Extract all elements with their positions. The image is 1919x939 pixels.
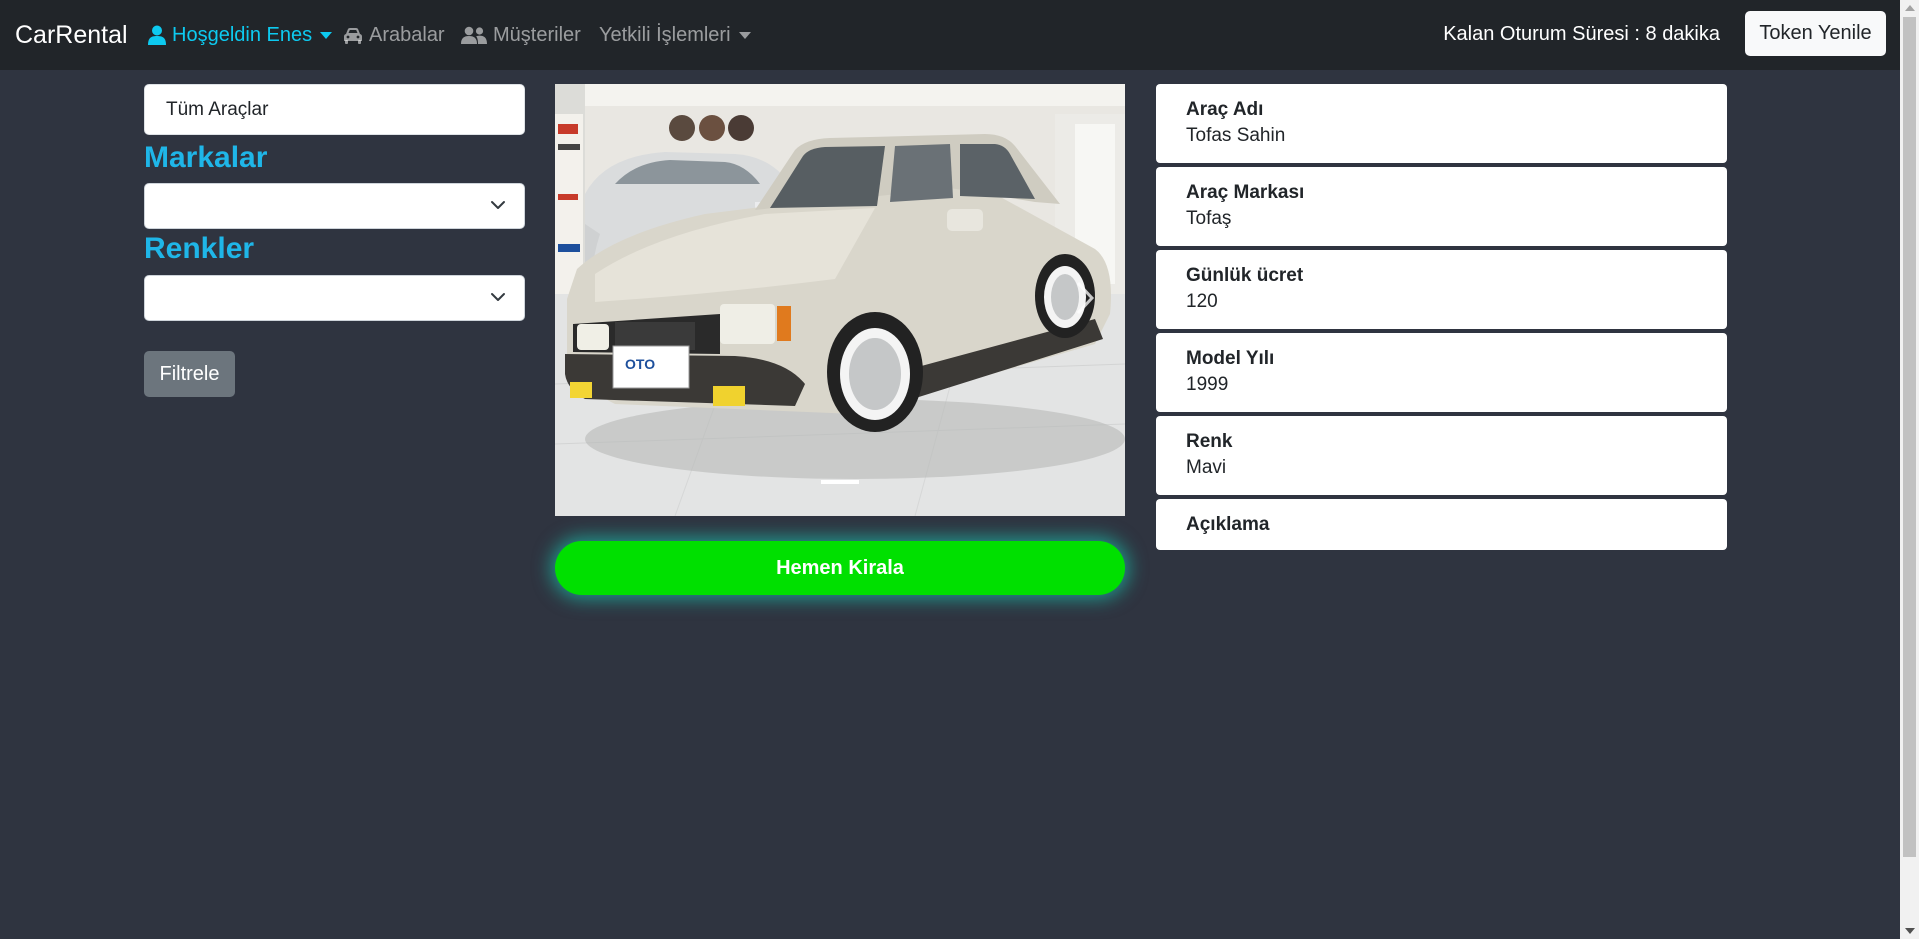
- detail-model-year: Model Yılı 1999: [1156, 333, 1727, 412]
- car-image-carousel[interactable]: OTO: [555, 84, 1125, 516]
- carousel-indicator[interactable]: [821, 480, 859, 484]
- admin-menu-dropdown[interactable]: Yetkili İşlemleri: [599, 20, 751, 50]
- session-remaining-text: Kalan Oturum Süresi : 8 dakika: [1443, 23, 1720, 45]
- chevron-down-icon: [490, 289, 506, 310]
- token-refresh-button[interactable]: Token Yenile: [1745, 11, 1886, 56]
- user-menu-dropdown[interactable]: Hoşgeldin Enes: [148, 20, 333, 50]
- scroll-thumb[interactable]: [1903, 17, 1916, 857]
- detail-color: Renk Mavi: [1156, 416, 1727, 495]
- detail-description: Açıklama: [1156, 499, 1727, 550]
- nav-cars-label: Arabalar: [369, 23, 445, 46]
- detail-value: 1999: [1186, 374, 1229, 395]
- nav-cars-link[interactable]: Arabalar: [343, 20, 445, 50]
- detail-label: Araç Markası: [1186, 182, 1305, 203]
- car-photo: OTO: [555, 84, 1125, 516]
- detail-label: Renk: [1186, 431, 1233, 452]
- detail-label: Araç Adı: [1186, 99, 1264, 120]
- chevron-down-icon: [490, 197, 506, 218]
- user-icon: [148, 25, 166, 45]
- all-cars-item[interactable]: Tüm Araçlar: [144, 84, 525, 135]
- brands-title: Markalar: [144, 141, 268, 174]
- detail-value: Mavi: [1186, 457, 1227, 478]
- admin-menu-label: Yetkili İşlemleri: [599, 23, 731, 46]
- detail-label: Model Yılı: [1186, 348, 1275, 369]
- users-icon: [461, 26, 487, 44]
- detail-daily-price: Günlük ücret 120: [1156, 250, 1727, 329]
- filter-button[interactable]: Filtrele: [144, 351, 235, 397]
- scroll-up-icon[interactable]: [1905, 5, 1915, 11]
- page-scrollbar[interactable]: [1900, 0, 1919, 939]
- nav-customers-label: Müşteriler: [493, 23, 581, 46]
- scroll-down-icon[interactable]: [1905, 928, 1915, 934]
- user-menu-label: Hoşgeldin Enes: [172, 23, 313, 46]
- detail-label: Açıklama: [1186, 514, 1270, 535]
- detail-value: Tofaş: [1186, 208, 1232, 229]
- detail-car-name: Araç Adı Tofas Sahin: [1156, 84, 1727, 163]
- car-icon: [343, 27, 363, 44]
- chevron-down-icon: [738, 31, 751, 39]
- navbar: CarRental Hoşgeldin Enes Arabalar Müşter…: [0, 0, 1900, 70]
- brand-select[interactable]: [144, 183, 525, 229]
- brand-link[interactable]: CarRental: [15, 20, 128, 50]
- color-select[interactable]: [144, 275, 525, 321]
- nav-customers-link[interactable]: Müşteriler: [461, 20, 581, 50]
- detail-label: Günlük ücret: [1186, 265, 1304, 286]
- chevron-down-icon: [320, 31, 333, 39]
- colors-title: Renkler: [144, 232, 255, 265]
- rent-now-button[interactable]: Hemen Kirala: [555, 541, 1125, 595]
- detail-value: Tofas Sahin: [1186, 125, 1286, 146]
- detail-car-brand: Araç Markası Tofaş: [1156, 167, 1727, 246]
- car-details-list: Araç Adı Tofas Sahin Araç Markası Tofaş …: [1156, 84, 1727, 554]
- chevron-right-icon[interactable]: [1075, 280, 1095, 316]
- plate-text: OTO: [625, 356, 655, 372]
- detail-value: 120: [1186, 291, 1218, 312]
